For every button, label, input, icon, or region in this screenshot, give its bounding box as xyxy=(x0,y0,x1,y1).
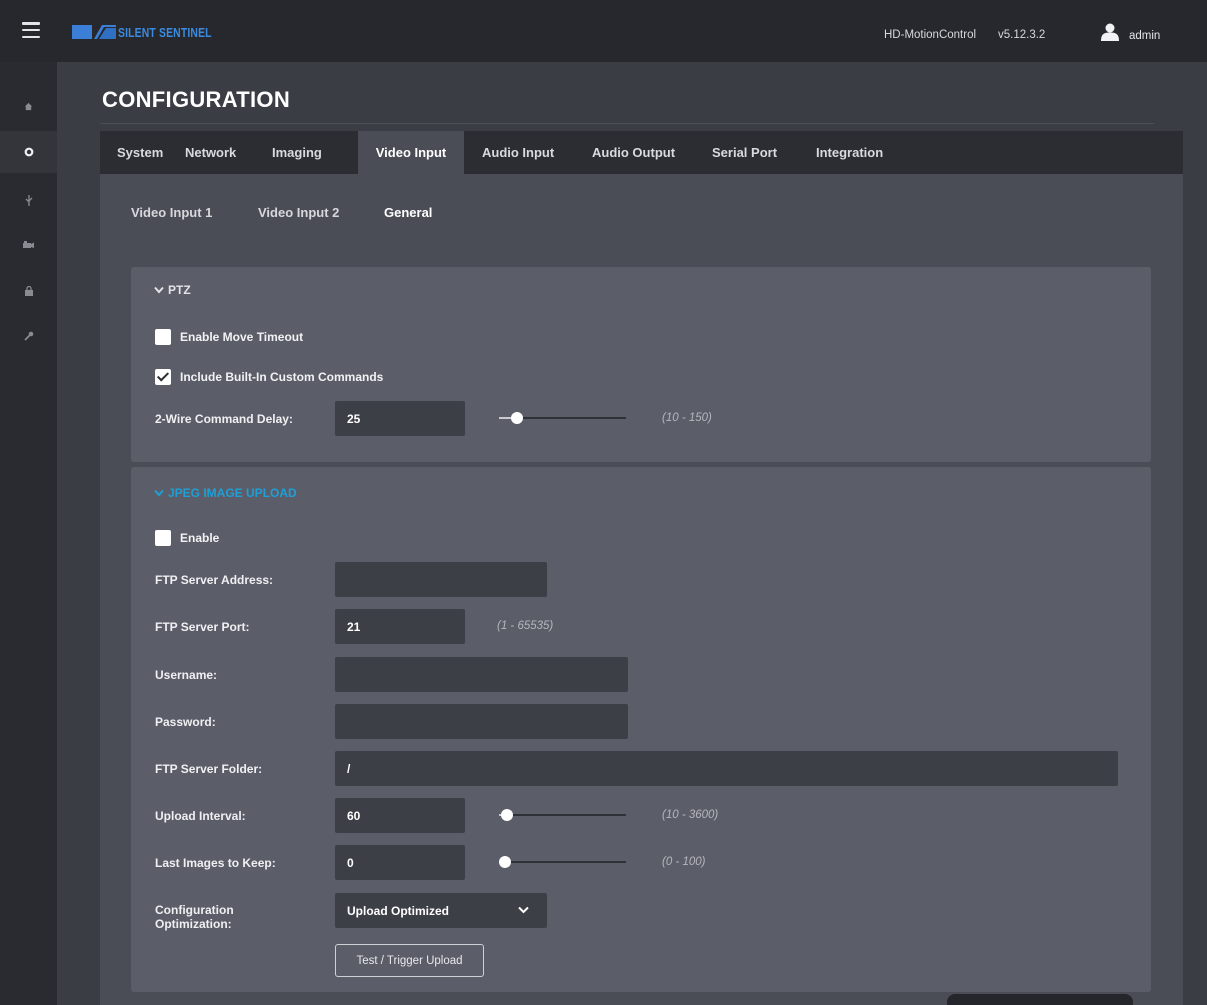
last-images-label: Last Images to Keep: xyxy=(155,856,276,870)
test-trigger-upload-button[interactable]: Test / Trigger Upload xyxy=(335,944,484,977)
ftp-port-input[interactable] xyxy=(335,609,465,644)
product-name: HD-MotionControl xyxy=(884,29,977,41)
checkbox-box[interactable] xyxy=(155,369,171,385)
tab-audio-input[interactable]: Audio Input xyxy=(482,131,554,174)
command-delay-slider[interactable] xyxy=(499,411,626,425)
ptz-section-title: PTZ xyxy=(168,283,191,297)
enable-move-timeout-label: Enable Move Timeout xyxy=(180,330,304,344)
upload-interval-range: (10 - 3600) xyxy=(662,809,719,821)
slider-thumb[interactable] xyxy=(511,412,524,424)
tab-audio-output[interactable]: Audio Output xyxy=(592,131,675,174)
title-divider xyxy=(100,123,1154,124)
checkbox-box[interactable] xyxy=(155,329,171,345)
checkbox-box[interactable] xyxy=(155,530,171,546)
tab-network[interactable]: Network xyxy=(185,131,236,174)
tab-imaging[interactable]: Imaging xyxy=(272,131,322,174)
main-tabs: System Network Imaging Video Input Audio… xyxy=(100,131,1183,174)
user-name[interactable]: admin xyxy=(1129,30,1160,42)
chevron-down-icon xyxy=(154,286,164,294)
gear-icon[interactable] xyxy=(0,131,57,173)
tab-serial-port[interactable]: Serial Port xyxy=(712,131,777,174)
side-rail xyxy=(0,62,57,1005)
last-images-input[interactable] xyxy=(335,845,465,880)
optimization-label: Configuration Optimization: xyxy=(155,903,234,931)
slider-thumb[interactable] xyxy=(500,809,513,821)
subtab-video-input-1[interactable]: Video Input 1 xyxy=(131,205,212,220)
logo-text: SILENT SENTINEL xyxy=(118,24,212,40)
upload-interval-label: Upload Interval: xyxy=(155,809,246,823)
ftp-folder-input[interactable] xyxy=(335,751,1118,786)
password-input[interactable] xyxy=(335,704,628,739)
command-delay-range: (10 - 150) xyxy=(662,412,712,424)
ptz-section-header[interactable]: PTZ xyxy=(154,283,191,297)
top-bar: SILENT SENTINEL HD-MotionControl v5.12.3… xyxy=(0,0,1207,62)
command-delay-label: 2-Wire Command Delay: xyxy=(155,412,293,426)
page-title: CONFIGURATION xyxy=(102,87,291,112)
ftp-port-range: (1 - 65535) xyxy=(497,620,554,632)
jpeg-upload-section-header[interactable]: JPEG IMAGE UPLOAD xyxy=(154,486,297,500)
command-delay-input[interactable] xyxy=(335,401,465,436)
usb-icon[interactable] xyxy=(0,179,57,221)
logo: SILENT SENTINEL xyxy=(72,23,235,41)
upload-interval-slider[interactable] xyxy=(499,808,626,822)
jpeg-upload-section xyxy=(131,467,1151,992)
jpeg-upload-section-title: JPEG IMAGE UPLOAD xyxy=(168,486,297,500)
include-builtin-commands-label: Include Built-In Custom Commands xyxy=(180,370,384,384)
menu-icon[interactable] xyxy=(22,22,40,38)
camera-icon[interactable] xyxy=(0,224,57,266)
subtab-video-input-2[interactable]: Video Input 2 xyxy=(258,205,339,220)
ftp-address-label: FTP Server Address: xyxy=(155,573,274,587)
username-label: Username: xyxy=(155,668,218,682)
ftp-port-label: FTP Server Port: xyxy=(155,620,250,634)
optimization-select[interactable]: Upload Optimized xyxy=(335,893,547,928)
chevron-down-icon xyxy=(518,906,529,914)
username-input[interactable] xyxy=(335,657,628,692)
tab-integration[interactable]: Integration xyxy=(816,131,883,174)
enable-move-timeout-checkbox[interactable]: Enable Move Timeout xyxy=(155,329,303,345)
tab-system[interactable]: System xyxy=(117,131,163,174)
ftp-address-input[interactable] xyxy=(335,562,547,597)
version-label: v5.12.3.2 xyxy=(998,29,1046,41)
jpeg-enable-label: Enable xyxy=(180,531,220,545)
bottom-panel-tab[interactable] xyxy=(947,994,1133,1005)
slider-thumb[interactable] xyxy=(499,856,511,868)
chevron-down-icon xyxy=(154,489,164,497)
last-images-range: (0 - 100) xyxy=(662,856,706,868)
subtab-general[interactable]: General xyxy=(384,205,432,220)
user-icon[interactable] xyxy=(1101,23,1119,41)
jpeg-enable-checkbox[interactable]: Enable xyxy=(155,530,219,546)
home-icon[interactable] xyxy=(0,85,57,127)
ptz-section xyxy=(131,267,1151,462)
password-label: Password: xyxy=(155,715,216,729)
ftp-folder-label: FTP Server Folder: xyxy=(155,762,263,776)
logo-mark-icon xyxy=(72,25,116,39)
tab-video-input[interactable]: Video Input xyxy=(358,131,464,174)
wrench-icon[interactable] xyxy=(0,315,57,357)
upload-interval-input[interactable] xyxy=(335,798,465,833)
include-builtin-commands-checkbox[interactable]: Include Built-In Custom Commands xyxy=(155,369,383,385)
lock-icon[interactable] xyxy=(0,270,57,312)
optimization-value: Upload Optimized xyxy=(347,903,449,918)
last-images-slider[interactable] xyxy=(499,855,626,869)
